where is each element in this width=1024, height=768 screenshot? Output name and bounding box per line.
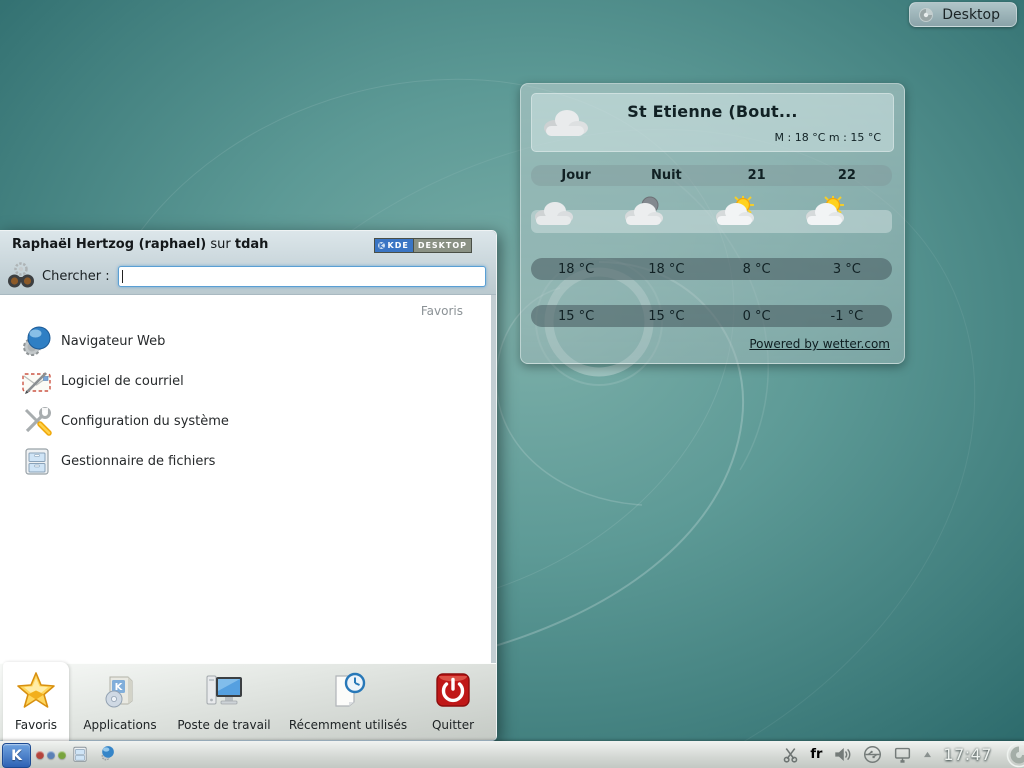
clipper-scissors-icon[interactable] bbox=[782, 746, 799, 763]
day-temp: 18 °C bbox=[531, 262, 621, 277]
day-temp: 18 °C bbox=[621, 262, 711, 277]
menu-item-web-browser[interactable]: Navigateur Web bbox=[0, 321, 491, 361]
system-tray: fr 17:47 bbox=[782, 741, 992, 768]
weather-night-temps-row: 15 °C 15 °C 0 °C -1 °C bbox=[531, 305, 892, 327]
weather-col-label: 21 bbox=[712, 168, 802, 183]
search-label: Chercher : bbox=[42, 269, 110, 284]
panel-cashew-icon[interactable] bbox=[1005, 742, 1024, 768]
applications-box-icon: K bbox=[100, 671, 140, 711]
sun-cloud-icon bbox=[802, 196, 846, 228]
weather-col-label: Jour bbox=[531, 168, 621, 183]
kickoff-favorites-list: Favoris Navigateur Web Logiciel de courr… bbox=[0, 295, 491, 663]
kde-logo-icon: K bbox=[11, 748, 22, 764]
tab-applications[interactable]: K Applications bbox=[72, 664, 168, 741]
kickoff-header: Raphaël Hertzog (raphael) sur tdah KDE D… bbox=[0, 231, 496, 295]
weather-credit-link[interactable]: Powered by wetter.com bbox=[749, 337, 890, 351]
menu-item-label: Navigateur Web bbox=[61, 334, 165, 349]
tab-recemment-utilises[interactable]: Récemment utilisés bbox=[283, 664, 413, 741]
tab-label: Récemment utilisés bbox=[283, 718, 413, 732]
star-icon bbox=[15, 669, 57, 711]
menu-item-system-settings[interactable]: Configuration du système bbox=[0, 401, 491, 441]
day-temp: 3 °C bbox=[802, 262, 892, 277]
weather-temp-summary: M : 18 °C m : 15 °C bbox=[775, 131, 881, 144]
panel-clock[interactable]: 17:47 bbox=[943, 745, 992, 764]
user-name: Raphaël Hertzog (raphael) bbox=[12, 237, 206, 252]
web-browser-launcher-icon[interactable] bbox=[99, 745, 116, 762]
desktop-toolbox-button[interactable]: Desktop bbox=[909, 2, 1017, 27]
host-name: tdah bbox=[235, 237, 269, 252]
tab-label: Quitter bbox=[417, 718, 489, 732]
kickoff-user-title: Raphaël Hertzog (raphael) sur tdah bbox=[12, 237, 268, 252]
kde-desktop-badge: KDE DESKTOP bbox=[374, 238, 473, 253]
kickoff-search-row: Chercher : bbox=[6, 259, 486, 293]
mail-client-icon bbox=[21, 365, 53, 397]
pager-dot-blue-icon[interactable] bbox=[47, 751, 55, 759]
recent-documents-icon bbox=[328, 671, 368, 711]
weather-day-temps-row: 18 °C 18 °C 8 °C 3 °C bbox=[531, 258, 892, 280]
tab-quitter[interactable]: Quitter bbox=[417, 664, 489, 741]
network-monitor-icon[interactable] bbox=[893, 746, 912, 764]
cloudy-icon bbox=[531, 196, 575, 228]
weather-col-label: 22 bbox=[802, 168, 892, 183]
cloudy-night-icon bbox=[621, 196, 665, 228]
tab-label: Favoris bbox=[3, 718, 69, 732]
menu-item-label: Configuration du système bbox=[61, 414, 229, 429]
kickoff-menu-button[interactable]: K bbox=[2, 743, 31, 768]
user-connector: sur bbox=[210, 237, 230, 252]
keyboard-layout-indicator[interactable]: fr bbox=[810, 747, 822, 762]
computer-icon bbox=[203, 671, 245, 711]
pager-dot-red-icon[interactable] bbox=[36, 751, 44, 759]
system-settings-icon bbox=[21, 405, 53, 437]
tab-label: Poste de travail bbox=[170, 718, 278, 732]
search-input-wrap bbox=[118, 266, 486, 287]
night-temp: 0 °C bbox=[712, 309, 802, 324]
search-input[interactable] bbox=[118, 266, 486, 287]
night-temp: 15 °C bbox=[621, 309, 711, 324]
weather-widget: St Etienne (Bout... M : 18 °C m : 15 °C … bbox=[520, 83, 905, 364]
kde-badge-segment: KDE bbox=[375, 239, 413, 252]
plasma-cashew-icon bbox=[918, 7, 934, 23]
tab-label: Applications bbox=[72, 718, 168, 732]
kickoff-launcher-menu: Raphaël Hertzog (raphael) sur tdah KDE D… bbox=[0, 230, 497, 741]
menu-item-file-manager[interactable]: Gestionnaire de fichiers bbox=[0, 441, 491, 481]
bottom-panel: K fr bbox=[0, 741, 1024, 768]
weather-condition-icons bbox=[531, 191, 892, 233]
weather-header: St Etienne (Bout... M : 18 °C m : 15 °C bbox=[531, 93, 894, 152]
usb-device-icon[interactable] bbox=[863, 745, 882, 764]
menu-item-mail-client[interactable]: Logiciel de courriel bbox=[0, 361, 491, 401]
file-manager-launcher-icon[interactable] bbox=[71, 745, 89, 763]
expand-arrow-icon[interactable] bbox=[923, 751, 932, 758]
desktop-toolbox-label: Desktop bbox=[942, 7, 1000, 23]
file-manager-icon bbox=[21, 445, 53, 477]
favorites-section-label: Favoris bbox=[421, 304, 463, 318]
kde-gear-icon bbox=[377, 241, 386, 250]
day-temp: 8 °C bbox=[712, 262, 802, 277]
kickoff-tab-strip: Favoris K Applications bbox=[0, 663, 496, 741]
menu-item-label: Logiciel de courriel bbox=[61, 374, 184, 389]
search-binoculars-icon bbox=[6, 262, 36, 290]
weather-column-headers: Jour Nuit 21 22 bbox=[531, 165, 892, 186]
pager-dot-green-icon[interactable] bbox=[58, 751, 66, 759]
sun-cloud-icon bbox=[712, 196, 756, 228]
night-temp: 15 °C bbox=[531, 309, 621, 324]
text-caret bbox=[122, 270, 123, 283]
web-browser-icon bbox=[21, 325, 53, 357]
volume-icon[interactable] bbox=[833, 746, 852, 763]
tab-favoris[interactable]: Favoris bbox=[3, 662, 69, 741]
weather-col-label: Nuit bbox=[621, 168, 711, 183]
night-temp: -1 °C bbox=[802, 309, 892, 324]
weather-location-title: St Etienne (Bout... bbox=[532, 102, 893, 121]
menu-item-label: Gestionnaire de fichiers bbox=[61, 454, 215, 469]
tab-poste-de-travail[interactable]: Poste de travail bbox=[170, 664, 278, 741]
desktop-badge-segment: DESKTOP bbox=[413, 239, 471, 252]
power-icon bbox=[434, 671, 472, 709]
